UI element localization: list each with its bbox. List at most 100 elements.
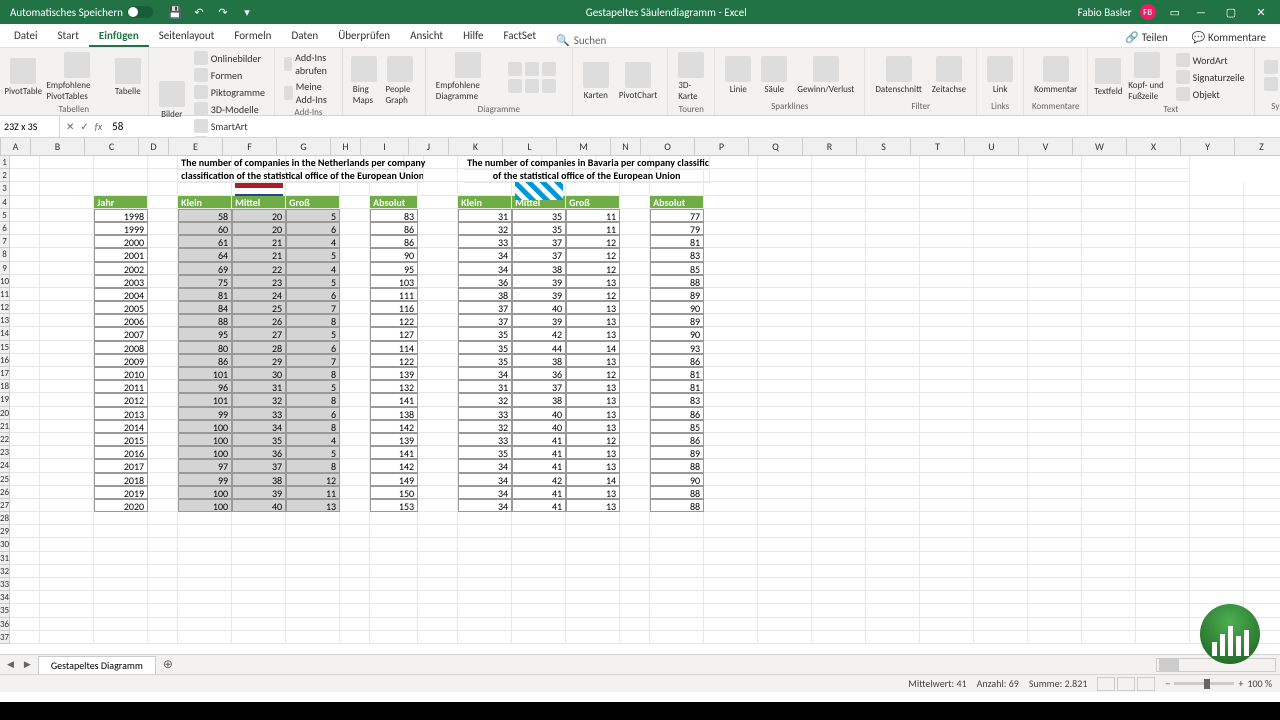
- ribbon-s-ule[interactable]: Säule: [757, 54, 791, 97]
- row-header[interactable]: 30: [0, 538, 9, 551]
- tab-seitenlayout[interactable]: Seitenlayout: [149, 26, 225, 47]
- ribbon-objekt[interactable]: Objekt: [1173, 86, 1248, 102]
- tab-ansicht[interactable]: Ansicht: [400, 26, 453, 47]
- table-cell[interactable]: 2012: [94, 393, 148, 406]
- table-cell[interactable]: 35: [458, 327, 512, 340]
- column-header[interactable]: W: [1073, 138, 1127, 155]
- table-cell[interactable]: 8: [286, 367, 340, 380]
- row-header[interactable]: 28: [0, 512, 9, 525]
- row-header[interactable]: 2: [0, 169, 9, 182]
- row-header[interactable]: 37: [0, 631, 9, 644]
- table-cell[interactable]: 14: [566, 341, 620, 354]
- row-header[interactable]: 10: [0, 275, 9, 288]
- table-cell[interactable]: 13: [566, 354, 620, 367]
- row-header[interactable]: 35: [0, 604, 9, 617]
- table-cell[interactable]: 93: [650, 341, 704, 354]
- chart-type-icon[interactable]: [542, 79, 556, 93]
- tab-einfügen[interactable]: Einfügen: [89, 26, 149, 47]
- table-cell[interactable]: 33: [232, 407, 286, 420]
- chart-type-icon[interactable]: [508, 62, 522, 76]
- table-cell[interactable]: 39: [512, 288, 566, 301]
- table-cell[interactable]: 13: [566, 301, 620, 314]
- row-header[interactable]: 18: [0, 380, 9, 393]
- table-cell[interactable]: 100: [178, 446, 232, 459]
- row-header[interactable]: 7: [0, 235, 9, 248]
- table-cell[interactable]: 36: [232, 446, 286, 459]
- column-header[interactable]: N: [611, 138, 641, 155]
- cancel-formula-icon[interactable]: ✕: [66, 120, 74, 133]
- user-avatar[interactable]: FB: [1140, 4, 1156, 20]
- row-header[interactable]: 29: [0, 525, 9, 538]
- table-cell[interactable]: 13: [566, 380, 620, 393]
- table-cell[interactable]: 6: [286, 407, 340, 420]
- table-cell[interactable]: 58: [178, 209, 232, 222]
- table-cell[interactable]: 95: [178, 327, 232, 340]
- tab-überprüfen[interactable]: Überprüfen: [328, 26, 400, 47]
- table-cell[interactable]: 5: [286, 209, 340, 222]
- table-cell[interactable]: 31: [458, 209, 512, 222]
- table-cell[interactable]: 97: [178, 459, 232, 472]
- table-cell[interactable]: 40: [232, 499, 286, 512]
- qat-more-icon[interactable]: ▾: [239, 4, 255, 20]
- row-header[interactable]: 13: [0, 314, 9, 327]
- column-header[interactable]: R: [803, 138, 857, 155]
- column-header[interactable]: K: [449, 138, 503, 155]
- close-button[interactable]: ✕: [1246, 0, 1276, 24]
- name-box[interactable]: 23Z x 3S: [0, 116, 60, 137]
- column-header[interactable]: J: [409, 138, 449, 155]
- column-header[interactable]: F: [223, 138, 277, 155]
- table-cell[interactable]: 60: [178, 222, 232, 235]
- table-cell[interactable]: 21: [232, 235, 286, 248]
- column-header[interactable]: D: [139, 138, 169, 155]
- spreadsheet-grid[interactable]: ABCDEFGHIJKLMNOPQRSTUVWXYZ 1234567891011…: [0, 138, 1280, 654]
- row-header[interactable]: 36: [0, 618, 9, 631]
- ribbon--d-karte[interactable]: 3D-Karte: [674, 50, 708, 104]
- table-cell[interactable]: 90: [650, 327, 704, 340]
- column-header[interactable]: B: [31, 138, 85, 155]
- row-header[interactable]: 21: [0, 420, 9, 433]
- formula-input[interactable]: 58: [108, 120, 127, 133]
- table-cell[interactable]: 40: [512, 420, 566, 433]
- table-cell[interactable]: 96: [178, 380, 232, 393]
- row-header[interactable]: 14: [0, 327, 9, 340]
- ribbon-zeitachse[interactable]: Zeitachse: [928, 54, 970, 97]
- table-cell[interactable]: 34: [458, 262, 512, 275]
- table-cell[interactable]: 150: [370, 486, 418, 499]
- table-cell[interactable]: 40: [512, 407, 566, 420]
- ribbon-signaturzeile[interactable]: Signaturzeile: [1173, 69, 1248, 85]
- table-cell[interactable]: 2007: [94, 327, 148, 340]
- table-cell[interactable]: 8: [286, 420, 340, 433]
- table-cell[interactable]: 2006: [94, 314, 148, 327]
- table-cell[interactable]: 100: [178, 486, 232, 499]
- table-cell[interactable]: 34: [458, 499, 512, 512]
- row-header[interactable]: 8: [0, 248, 9, 261]
- redo-icon[interactable]: ↷: [215, 4, 231, 20]
- table-cell[interactable]: 83: [650, 393, 704, 406]
- autosave-toggle[interactable]: Automatisches Speichern: [4, 6, 159, 19]
- column-header[interactable]: L: [503, 138, 557, 155]
- table-cell[interactable]: 37: [458, 314, 512, 327]
- table-cell[interactable]: 24: [232, 288, 286, 301]
- table-cell[interactable]: 34: [458, 248, 512, 261]
- table-cell[interactable]: 86: [650, 433, 704, 446]
- table-cell[interactable]: 80: [178, 341, 232, 354]
- table-cell[interactable]: 26: [232, 314, 286, 327]
- table-cell[interactable]: 64: [178, 248, 232, 261]
- table-cell[interactable]: 142: [370, 459, 418, 472]
- table-cell[interactable]: 2003: [94, 275, 148, 288]
- table-cell[interactable]: 37: [232, 459, 286, 472]
- table-cell[interactable]: 89: [650, 446, 704, 459]
- table-cell[interactable]: 42: [512, 327, 566, 340]
- table-cell[interactable]: 35: [458, 354, 512, 367]
- ribbon-kopf-und-fu-zeile[interactable]: Kopf- und Fußzeile: [1124, 50, 1170, 104]
- table-cell[interactable]: 2002: [94, 262, 148, 275]
- row-header[interactable]: 4: [0, 196, 9, 209]
- table-cell[interactable]: 20: [232, 222, 286, 235]
- share-button[interactable]: 🔗 Teilen: [1115, 28, 1177, 47]
- ribbon-datenschnitt[interactable]: Datenschnitt: [871, 54, 925, 97]
- table-cell[interactable]: 41: [512, 459, 566, 472]
- undo-icon[interactable]: ↶: [191, 4, 207, 20]
- table-cell[interactable]: 34: [458, 367, 512, 380]
- table-cell[interactable]: 13: [566, 459, 620, 472]
- ribbon-empfohlene-pivottables[interactable]: Empfohlene PivotTables: [42, 50, 111, 104]
